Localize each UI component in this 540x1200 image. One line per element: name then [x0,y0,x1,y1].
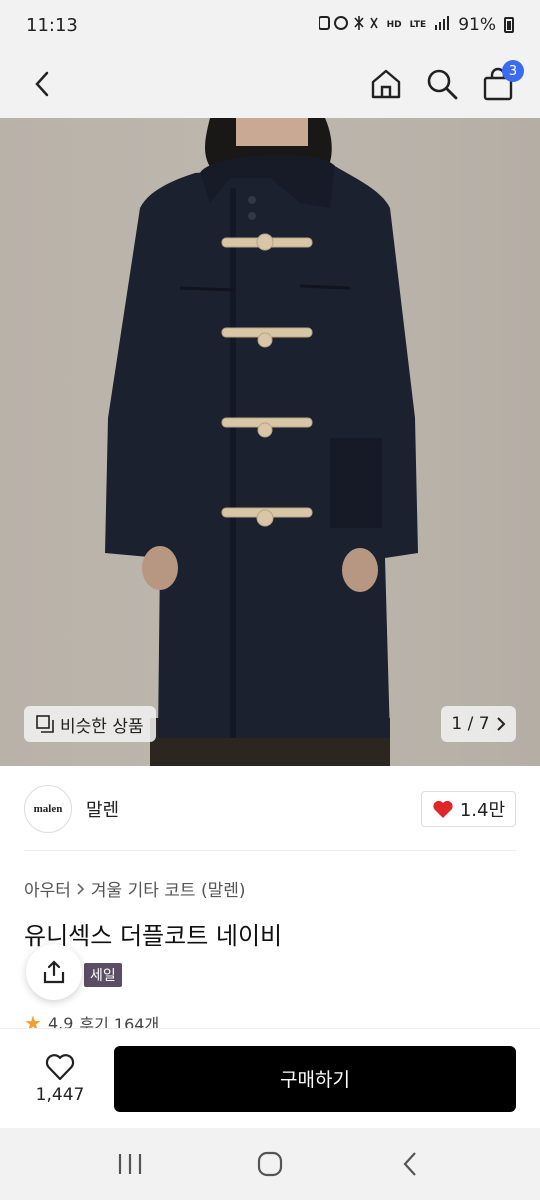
home-button[interactable] [368,66,404,102]
home-icon [371,69,401,99]
brand-logo[interactable]: malen [24,785,72,833]
back-button[interactable] [24,66,60,102]
cell-signal-icon [434,15,450,36]
brand-row: malen 말렌 1.4만 [0,770,540,848]
system-nav-bar [0,1128,540,1200]
breadcrumb-category[interactable]: 아우터 [24,876,71,901]
status-icons: HD LTE 91% [317,15,514,36]
battery-icon [504,17,514,33]
similar-products-button[interactable]: 비슷한 상품 [24,706,156,742]
wishlist-button[interactable]: 1,447 [24,1053,96,1105]
image-pager[interactable]: 1 / 7 [441,706,516,742]
chevron-right-icon [496,717,505,731]
share-button[interactable] [26,944,82,1000]
divider [24,850,516,851]
sale-tag: 세일 [84,963,122,987]
chevron-right-icon [77,882,85,895]
recent-apps-icon [118,1154,142,1174]
back-arrow-icon [403,1152,416,1176]
hd-label: HD [386,19,402,30]
bottom-action-bar: 1,447 구매하기 [0,1028,540,1128]
wishlist-count: 1,447 [35,1084,85,1105]
app-header: 3 [0,50,540,118]
home-nav-button[interactable] [246,1140,294,1188]
search-button[interactable] [424,66,460,102]
brand-name[interactable]: 말렌 [86,796,119,822]
signal-icon [317,15,379,36]
buy-button[interactable]: 구매하기 [114,1045,516,1112]
lte-label: LTE [409,19,427,30]
chevron-left-icon [35,71,49,97]
brand-like-button[interactable]: 1.4만 [420,791,516,827]
cart-button[interactable]: 3 [480,60,524,102]
battery-percent: 91% [458,15,496,35]
duffle-coat-photo [0,118,540,766]
recent-apps-button[interactable] [106,1140,154,1188]
home-circle-icon [257,1151,283,1177]
product-detail-page: 11:13 HD LTE 91% 3 비슷한 상품 1 / 7 malen 말렌… [0,0,540,1200]
heart-filled-icon [433,800,453,818]
similar-icon [36,715,54,733]
cart-count-badge: 3 [502,60,524,82]
breadcrumb-subcategory[interactable]: 겨울 기타 코트 (말렌) [91,876,246,901]
status-bar: 11:13 HD LTE 91% [0,0,540,50]
page-indicator: 1 / 7 [451,714,490,734]
product-image[interactable] [0,118,540,766]
heart-outline-icon [45,1053,75,1080]
header-actions: 3 [368,60,524,102]
back-nav-button[interactable] [386,1140,434,1188]
share-icon [43,960,65,984]
breadcrumb: 아우터 겨울 기타 코트 (말렌) [24,876,246,901]
similar-products-label: 비슷한 상품 [60,716,144,737]
brand-like-count: 1.4만 [459,800,505,821]
status-time: 11:13 [26,14,78,36]
search-icon [427,69,458,100]
